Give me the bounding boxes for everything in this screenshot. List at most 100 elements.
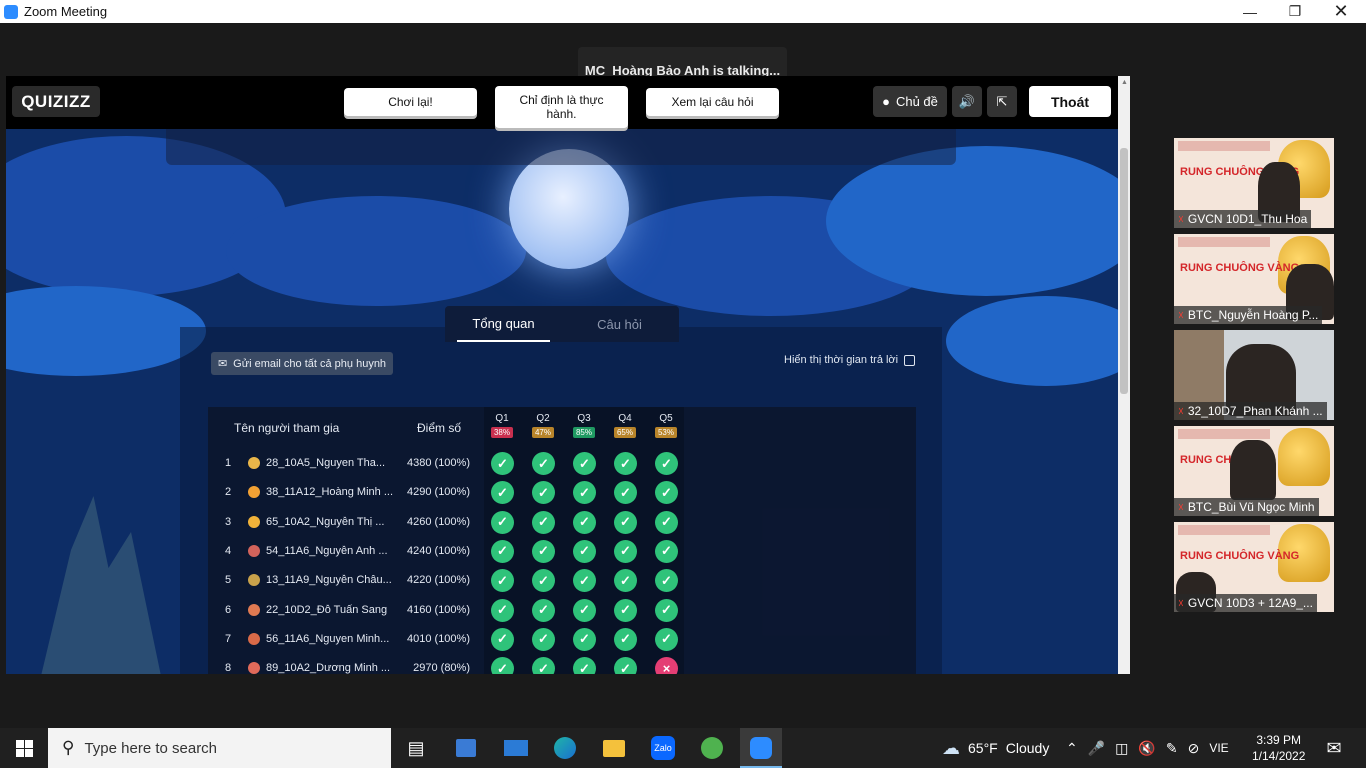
participant-video-tile[interactable]: RUNG CHUÔNG VÀNG ☓ GVCN 10D3 + 12A9_...	[1174, 522, 1334, 612]
microphone-icon[interactable]: 🎤	[1088, 740, 1105, 757]
question-accuracy-badge: 53%	[655, 427, 677, 438]
cloud-shape	[946, 296, 1118, 386]
show-answer-time-toggle[interactable]: Hiển thị thời gian trả lời	[784, 354, 916, 366]
file-explorer-icon[interactable]	[600, 734, 628, 762]
meeting-area: MC_Hoàng Bảo Anh is talking... QUIZIZZ C…	[0, 23, 1366, 728]
cross-icon: ×	[655, 657, 678, 674]
assign-practice-button[interactable]: Chỉ định là thực hành.	[495, 86, 628, 128]
table-row[interactable]: 6 22_10D2_Đỗ Tuấn Sang 4160 (100%) ✓ ✓ ✓ ✓ ✓	[208, 596, 916, 625]
question-accuracy-badge: 85%	[573, 427, 595, 438]
participant-name-text: BTC_Nguyễn Hoàng P...	[1187, 308, 1319, 322]
scroll-up-icon[interactable]: ▲	[1121, 79, 1128, 86]
show-answer-time-checkbox[interactable]	[904, 354, 916, 366]
check-icon: ✓	[614, 539, 637, 563]
pen-icon[interactable]: ✎	[1166, 740, 1178, 757]
avatar	[248, 544, 260, 557]
results-table: Tên người tham gia Điểm số Q1 38% Q2 47% Q3 8…	[208, 407, 916, 674]
language-indicator[interactable]: VIE	[1209, 741, 1228, 755]
theme-label: Chủ đề	[895, 94, 938, 109]
participant-name-label: ☓ GVCN 10D1_Thu Hoa	[1174, 210, 1312, 228]
shared-screen: QUIZIZZ Chơi lại! Chỉ định là thực hành.…	[6, 76, 1118, 674]
table-row[interactable]: 5 13_11A9_Nguyễn Châu... 4220 (100%) ✓ ✓ ✓ ✓ ✓	[208, 566, 916, 595]
windows-taskbar: ⚲ Type here to search ▤ Zalo ☁ 65°F Clou…	[0, 728, 1366, 768]
windows-logo-icon	[15, 739, 33, 757]
weather-widget[interactable]: ☁ 65°F Cloudy	[942, 728, 1049, 768]
email-parents-label: Gửi email cho tất cả phụ huynh	[233, 357, 387, 370]
volume-button[interactable]: 🔊	[952, 86, 982, 117]
exit-fullscreen-button[interactable]: ⇱	[987, 86, 1017, 117]
quizizz-logo: QUIZIZZ	[12, 86, 100, 117]
check-icon: ✓	[573, 539, 596, 563]
participant-score: 4290 (100%)	[407, 486, 470, 499]
scrollbar-thumb[interactable]	[1120, 148, 1128, 394]
participant-score: 4260 (100%)	[407, 515, 470, 528]
check-icon: ✓	[491, 657, 514, 674]
participant-name-text: GVCN 10D3 + 12A9_...	[1187, 596, 1313, 610]
participant-name: 54_11A6_Nguyễn Anh ...	[266, 544, 388, 557]
taskbar-search[interactable]: ⚲ Type here to search	[48, 728, 391, 768]
chat-app-icon[interactable]	[698, 734, 726, 762]
check-icon: ✓	[491, 627, 514, 651]
battery-icon[interactable]: ◫	[1115, 740, 1128, 757]
speaker-muted-icon[interactable]: 🔇	[1138, 740, 1155, 757]
zoom-taskbar-button[interactable]	[740, 728, 782, 768]
close-button[interactable]: ✕	[1318, 0, 1364, 23]
participant-name-label: ☓ 32_10D7_Phan Khánh ...	[1174, 402, 1327, 420]
bell-graphic	[1278, 428, 1330, 486]
check-icon: ✓	[655, 452, 678, 475]
check-icon: ✓	[655, 539, 678, 563]
participant-video-tile[interactable]: RUNG CHUÔNG VÀNG ☓ BTC_Nguyễn Hoàng P...	[1174, 234, 1334, 324]
participant-video-tile[interactable]: RUNG CHUÔNG VÀNG ☓ GVCN 10D1_Thu Hoa	[1174, 138, 1334, 228]
shared-screen-scrollbar[interactable]: ▲	[1118, 76, 1130, 674]
tab-overview[interactable]: Tổng quan	[457, 306, 550, 342]
participant-video-tile[interactable]: RUNG CH VÀN ☓ BTC_Bùi Vũ Ngọc Minh	[1174, 426, 1334, 516]
muted-mic-icon: ☓	[1178, 405, 1184, 418]
school-header-graphic	[1178, 141, 1270, 151]
check-icon: ✓	[532, 510, 555, 534]
search-icon: ⚲	[62, 738, 75, 757]
question-accuracy-badge: 47%	[532, 427, 554, 438]
task-view-icon[interactable]: ▤	[402, 734, 430, 762]
minimize-button[interactable]: —	[1227, 0, 1273, 23]
notification-icon[interactable]: ✉	[1320, 734, 1348, 762]
chevron-up-icon[interactable]: ⌃	[1066, 740, 1078, 757]
participant-name-text: BTC_Bùi Vũ Ngọc Minh	[1187, 500, 1315, 514]
email-parents-button[interactable]: ✉ Gửi email cho tất cả phụ huynh	[211, 352, 393, 375]
mail-app-icon[interactable]	[502, 734, 530, 762]
participant-video-tile[interactable]: ☓ 32_10D7_Phan Khánh ...	[1174, 330, 1334, 420]
question-accuracy-badge: 65%	[614, 427, 636, 438]
clock-date: 1/14/2022	[1252, 749, 1306, 763]
moon-illustration	[509, 149, 629, 269]
top-panel	[166, 129, 956, 165]
edge-icon[interactable]	[551, 734, 579, 762]
avatar	[248, 574, 260, 587]
window-title: Zoom Meeting	[24, 4, 108, 19]
store-icon[interactable]	[452, 734, 480, 762]
table-row[interactable]: 7 56_11A6_Nguyen Minh... 4010 (100%) ✓ ✓ ✓ ✓ ✓	[208, 625, 916, 654]
check-icon: ✓	[614, 510, 637, 534]
table-row[interactable]: 3 65_10A2_Nguyễn Thị ... 4260 (100%) ✓ ✓ ✓ ✓ ✓	[208, 508, 916, 537]
participant-name-label: ☓ GVCN 10D3 + 12A9_...	[1174, 594, 1317, 612]
search-placeholder: Type here to search	[84, 739, 218, 757]
row-rank: 2	[224, 486, 232, 499]
zalo-icon[interactable]: Zalo	[649, 734, 677, 762]
review-questions-button[interactable]: Xem lại câu hỏi	[646, 88, 779, 116]
table-row[interactable]: 2 38_11A12_Hoàng Minh ... 4290 (100%) ✓ ✓ ✓ ✓ ✓	[208, 478, 916, 507]
muted-mic-icon: ☓	[1178, 213, 1184, 226]
participant-name: 89_10A2_Dương Minh ...	[266, 662, 391, 674]
muted-mic-icon: ☓	[1178, 597, 1184, 610]
exit-button[interactable]: Thoát	[1029, 86, 1111, 117]
participant-name-text: 32_10D7_Phan Khánh ...	[1187, 404, 1323, 418]
table-row[interactable]: 8 89_10A2_Dương Minh ... 2970 (80%) ✓ ✓ ✓ ✓ ×	[208, 654, 916, 674]
clock[interactable]: 3:39 PM 1/14/2022	[1252, 728, 1305, 768]
restore-button[interactable]: ❐	[1272, 0, 1318, 23]
table-row[interactable]: 1 28_10A5_Nguyen Tha... 4380 (100%) ✓ ✓ ✓ ✓ ✓	[208, 449, 916, 478]
check-icon: ✓	[614, 481, 637, 505]
network-off-icon[interactable]: ⊘	[1188, 740, 1200, 757]
tab-questions[interactable]: Câu hỏi	[573, 306, 666, 342]
windows-start-button[interactable]	[10, 734, 38, 762]
replay-button[interactable]: Chơi lại!	[344, 88, 477, 116]
theme-button[interactable]: ● Chủ đề	[873, 86, 947, 117]
question-header: Q1	[495, 413, 509, 424]
table-row[interactable]: 4 54_11A6_Nguyễn Anh ... 4240 (100%) ✓ ✓ ✓ ✓ ✓	[208, 537, 916, 566]
